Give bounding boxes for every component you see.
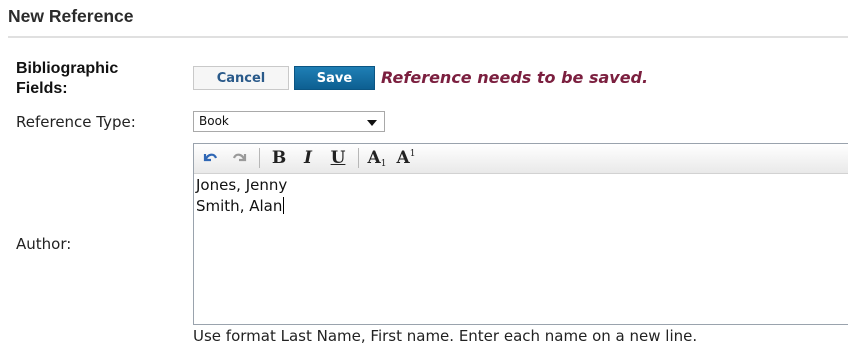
author-label: Author: — [16, 235, 72, 253]
undo-button[interactable] — [198, 147, 222, 169]
italic-icon: I — [304, 148, 312, 168]
bold-icon: B — [271, 148, 287, 168]
text-caret — [283, 197, 285, 214]
superscript-button[interactable]: A1 — [394, 147, 418, 169]
bibliographic-label-line2: Fields: — [16, 80, 68, 97]
unsaved-status-message: Reference needs to be saved. — [381, 68, 649, 87]
bibliographic-fields-label: Bibliographic Fields: — [16, 59, 176, 99]
author-text-area[interactable]: Jones, Jenny Smith, Alan — [196, 175, 848, 322]
page-title: New Reference — [8, 6, 134, 26]
reference-type-selected-value: Book — [199, 114, 229, 128]
underline-button[interactable]: U — [326, 147, 350, 169]
toolbar-separator — [259, 148, 260, 168]
editor-toolbar: B I U A1 A1 — [194, 144, 848, 174]
redo-button[interactable] — [228, 147, 252, 169]
reference-type-label: Reference Type: — [16, 113, 136, 131]
undo-icon — [201, 150, 219, 166]
superscript-icon: A1 — [396, 148, 416, 168]
underline-icon: U — [330, 148, 346, 168]
bibliographic-label-line1: Bibliographic — [16, 60, 119, 77]
toolbar-separator — [358, 148, 359, 168]
author-editor: B I U A1 A1 Jones, Jenny Smith, Alan — [193, 143, 848, 325]
italic-button[interactable]: I — [296, 147, 320, 169]
cancel-button[interactable]: Cancel — [193, 66, 289, 90]
reference-type-select[interactable]: Book — [193, 111, 385, 132]
subscript-button[interactable]: A1 — [365, 147, 389, 169]
save-button[interactable]: Save — [294, 66, 375, 90]
title-divider — [8, 36, 848, 38]
dropdown-arrow-icon — [367, 120, 377, 126]
author-format-hint: Use format Last Name, First name. Enter … — [193, 327, 698, 345]
subscript-icon: A1 — [367, 147, 387, 169]
author-line: Jones, Jenny — [196, 176, 288, 194]
author-line: Smith, Alan — [196, 197, 285, 215]
bold-button[interactable]: B — [267, 147, 291, 169]
redo-icon — [231, 150, 249, 166]
